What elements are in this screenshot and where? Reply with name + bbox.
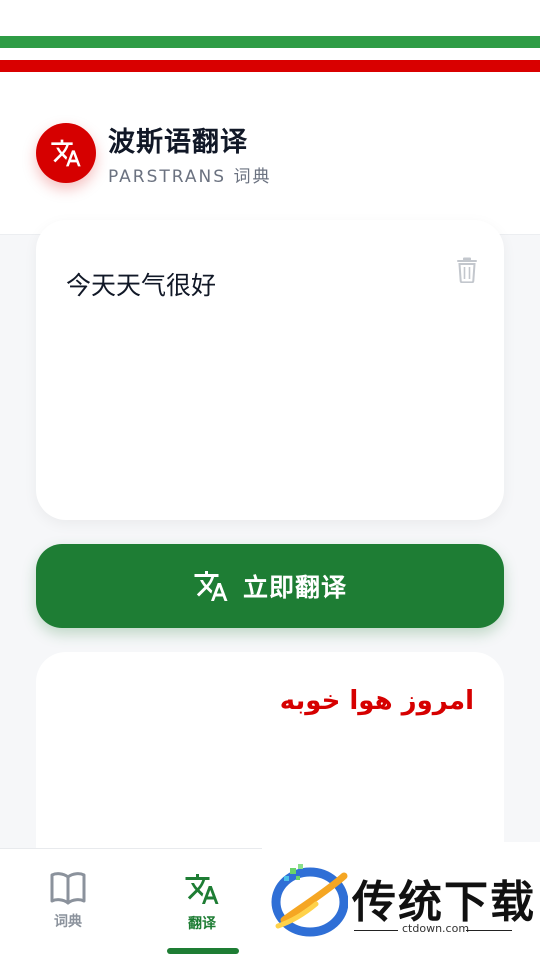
app-subtitle: PARSTRANS 词典 bbox=[108, 167, 272, 187]
translate-button-label: 立即翻译 bbox=[242, 573, 347, 602]
flag-green-stripe bbox=[0, 36, 540, 48]
translate-icon bbox=[51, 139, 81, 167]
translate-icon bbox=[185, 874, 219, 904]
active-tab-indicator bbox=[167, 948, 239, 954]
watermark-domain: ctdown.com bbox=[402, 922, 470, 935]
nav-item-translate[interactable]: 翻译 bbox=[162, 871, 242, 941]
app-title: 波斯语翻译 bbox=[108, 127, 248, 158]
flag-red-stripe bbox=[0, 60, 540, 72]
watermark-line-left bbox=[354, 930, 398, 931]
source-text-input[interactable]: 今天天气很好 bbox=[66, 266, 216, 302]
nav-label-dictionary: 词典 bbox=[54, 914, 82, 930]
translation-output: امروز هوا خوبه bbox=[279, 686, 474, 716]
trash-icon bbox=[457, 257, 477, 283]
watermark-text: 传统下载 bbox=[352, 877, 536, 928]
app-header: 波斯语翻译 PARSTRANS 词典 bbox=[0, 80, 540, 235]
flag-stripes bbox=[0, 0, 540, 80]
watermark-line-right bbox=[466, 930, 512, 931]
input-card[interactable]: 今天天气很好 bbox=[36, 220, 504, 520]
nav-label-translate: 翻译 bbox=[188, 916, 216, 932]
book-icon bbox=[50, 872, 86, 905]
translate-icon bbox=[194, 571, 228, 601]
watermark: 传统下载 ctdown.com bbox=[262, 842, 540, 960]
nav-item-dictionary[interactable]: 词典 bbox=[28, 871, 108, 941]
app-logo bbox=[36, 123, 96, 183]
watermark-logo-icon bbox=[271, 864, 348, 937]
clear-button[interactable] bbox=[454, 256, 480, 284]
translate-button[interactable]: 立即翻译 bbox=[36, 544, 504, 628]
